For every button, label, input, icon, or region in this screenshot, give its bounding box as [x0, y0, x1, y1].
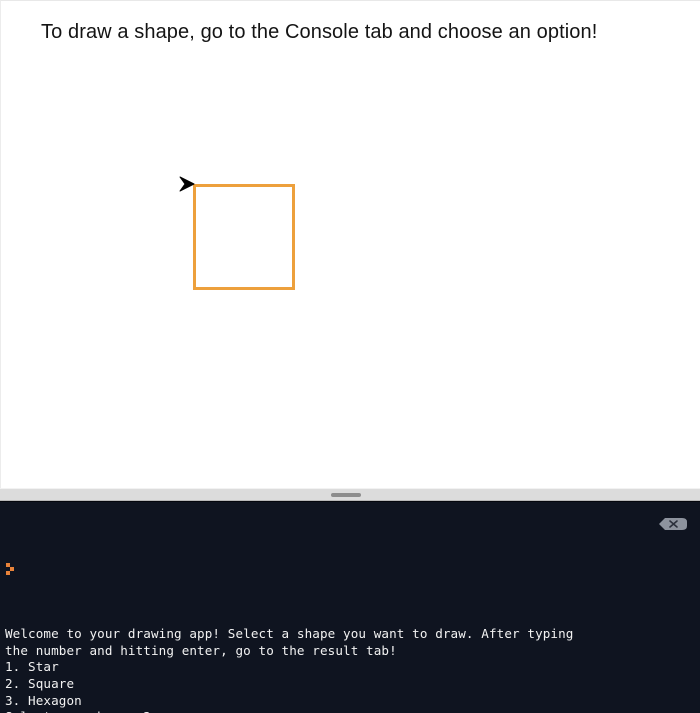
chevron-prompt-icon: [5, 562, 16, 575]
console-output-area[interactable]: Welcome to your drawing app! Select a sh…: [0, 510, 700, 713]
turtle-canvas: [179, 176, 295, 290]
turtle-cursor-icon: [179, 176, 195, 192]
console-output-text: Welcome to your drawing app! Select a sh…: [5, 626, 574, 713]
console-pane[interactable]: Welcome to your drawing app! Select a sh…: [0, 501, 700, 713]
result-pane: To draw a shape, go to the Console tab a…: [0, 0, 700, 488]
drawing-app-window: To draw a shape, go to the Console tab a…: [0, 0, 700, 713]
drawn-square-shape: [193, 184, 295, 290]
pane-splitter[interactable]: [0, 488, 700, 501]
drag-handle-icon[interactable]: [331, 492, 361, 497]
console-prompt-top: [5, 560, 694, 577]
